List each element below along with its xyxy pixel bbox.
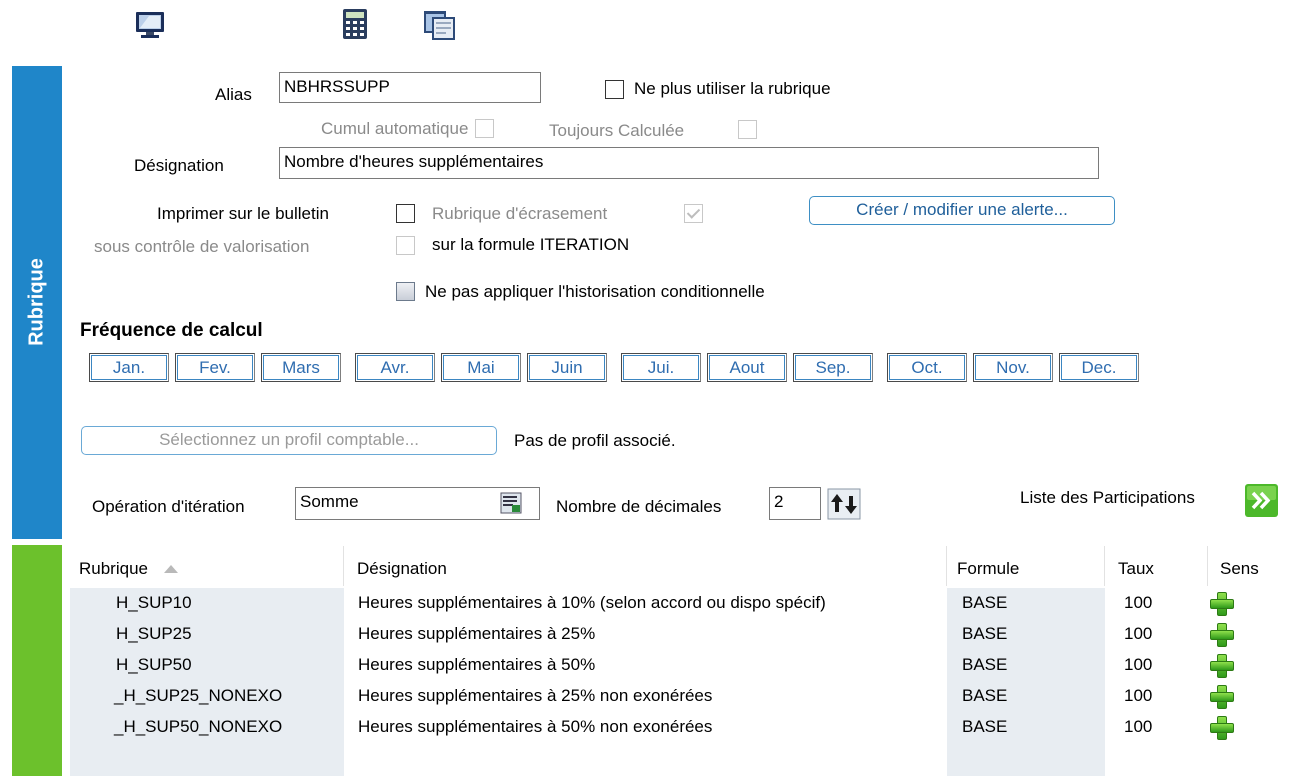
table-row[interactable]: H_SUP10 Heures supplémentaires à 10% (se… bbox=[70, 587, 1305, 618]
toujours-calculee-checkbox[interactable] bbox=[738, 120, 757, 139]
liste-participations-button[interactable] bbox=[1245, 484, 1278, 517]
month-dec-button[interactable]: Dec. bbox=[1059, 353, 1139, 382]
table-row[interactable]: _H_SUP25_NONEXO Heures supplémentaires à… bbox=[70, 680, 1305, 711]
toujours-calculee-label: Toujours Calculée bbox=[549, 121, 685, 140]
month-mai-button[interactable]: Mai bbox=[441, 353, 521, 382]
cell-designation: Heures supplémentaires à 25% bbox=[358, 624, 596, 643]
column-header-formule[interactable]: Formule bbox=[957, 556, 1019, 586]
month-oct-button[interactable]: Oct. bbox=[887, 353, 967, 382]
profil-status-text: Pas de profil associé. bbox=[514, 431, 676, 450]
sous-controle-label: sous contrôle de valorisation bbox=[94, 237, 310, 256]
cell-designation: Heures supplémentaires à 10% (selon acco… bbox=[358, 593, 826, 612]
month-juin-button[interactable]: Juin bbox=[527, 353, 607, 382]
checkmark-icon bbox=[686, 205, 701, 219]
rubrique-tab-label: Rubrique bbox=[25, 258, 48, 346]
liste-participations-label: Liste des Participations bbox=[1020, 488, 1195, 507]
month-jan-button[interactable]: Jan. bbox=[89, 353, 169, 382]
profil-comptable-button[interactable]: Sélectionnez un profil comptable... bbox=[81, 426, 497, 455]
list-picker-icon[interactable] bbox=[500, 492, 522, 514]
historisation-checkbox[interactable] bbox=[396, 282, 415, 301]
participations-tab[interactable] bbox=[12, 545, 62, 776]
sort-ascending-icon bbox=[163, 565, 178, 573]
cell-taux: 100 bbox=[1124, 717, 1153, 736]
plus-icon bbox=[1210, 592, 1234, 616]
month-sep-button[interactable]: Sep. bbox=[793, 353, 873, 382]
nombre-decimales-label: Nombre de décimales bbox=[556, 497, 722, 516]
nombre-decimales-input[interactable]: 2 bbox=[769, 487, 821, 520]
cumul-automatique-label: Cumul automatique bbox=[321, 119, 469, 138]
window-icon[interactable] bbox=[422, 9, 456, 41]
cell-rubrique: _H_SUP50_NONEXO bbox=[114, 717, 283, 736]
table-row[interactable]: _H_SUP50_NONEXO Heures supplémentaires à… bbox=[70, 711, 1305, 742]
cell-designation: Heures supplémentaires à 50% bbox=[358, 655, 596, 674]
ne-plus-utiliser-label: Ne plus utiliser la rubrique bbox=[634, 79, 831, 98]
cell-taux: 100 bbox=[1124, 593, 1153, 612]
rubrique-ecrasement-label: Rubrique d'écrasement bbox=[432, 204, 608, 223]
cell-taux: 100 bbox=[1124, 686, 1153, 705]
sous-controle-checkbox[interactable] bbox=[396, 236, 415, 255]
rubrique-ecrasement-checkbox[interactable] bbox=[684, 204, 703, 223]
cell-designation: Heures supplémentaires à 50% non exonéré… bbox=[358, 717, 713, 736]
cumul-automatique-checkbox[interactable] bbox=[475, 119, 494, 138]
month-nov-button[interactable]: Nov. bbox=[973, 353, 1053, 382]
monitor-icon[interactable] bbox=[134, 10, 166, 40]
historisation-label: Ne pas appliquer l'historisation conditi… bbox=[425, 282, 765, 301]
alias-label: Alias bbox=[215, 85, 252, 104]
column-header-rubrique[interactable]: Rubrique bbox=[79, 556, 179, 586]
designation-label: Désignation bbox=[134, 156, 224, 175]
cell-rubrique: H_SUP25 bbox=[116, 624, 192, 643]
month-fev-button[interactable]: Fev. bbox=[175, 353, 255, 382]
cell-formule: BASE bbox=[962, 686, 1008, 705]
plus-icon bbox=[1210, 685, 1234, 709]
calculator-icon[interactable] bbox=[341, 8, 369, 40]
cell-designation: Heures supplémentaires à 25% non exonéré… bbox=[358, 686, 713, 705]
column-header-sens[interactable]: Sens bbox=[1220, 556, 1259, 586]
sur-formule-iteration-label: sur la formule ITERATION bbox=[432, 235, 630, 254]
month-avr-button[interactable]: Avr. bbox=[355, 353, 435, 382]
plus-icon bbox=[1210, 654, 1234, 678]
operation-iteration-value: Somme bbox=[300, 492, 359, 511]
imprimer-bulletin-checkbox[interactable] bbox=[396, 204, 415, 223]
creer-alerte-button[interactable]: Créer / modifier une alerte... bbox=[809, 196, 1115, 225]
frequence-calcul-title: Fréquence de calcul bbox=[80, 320, 263, 341]
cell-rubrique: H_SUP10 bbox=[116, 593, 192, 612]
plus-icon bbox=[1210, 716, 1234, 740]
column-header-taux[interactable]: Taux bbox=[1118, 556, 1154, 586]
cell-taux: 100 bbox=[1124, 655, 1153, 674]
month-mars-button[interactable]: Mars bbox=[261, 353, 341, 382]
table-row[interactable]: H_SUP50 Heures supplémentaires à 50% BAS… bbox=[70, 649, 1305, 680]
plus-icon bbox=[1210, 623, 1234, 647]
ne-plus-utiliser-checkbox[interactable] bbox=[605, 80, 624, 99]
cell-formule: BASE bbox=[962, 624, 1008, 643]
month-jui-button[interactable]: Jui. bbox=[621, 353, 701, 382]
cell-rubrique: H_SUP50 bbox=[116, 655, 192, 674]
column-header-designation[interactable]: Désignation bbox=[357, 556, 447, 586]
table-row[interactable]: H_SUP25 Heures supplémentaires à 25% BAS… bbox=[70, 618, 1305, 649]
cell-formule: BASE bbox=[962, 593, 1008, 612]
month-aout-button[interactable]: Aout bbox=[707, 353, 787, 382]
double-chevron-right-icon bbox=[1245, 484, 1278, 517]
cell-formule: BASE bbox=[962, 655, 1008, 674]
cell-taux: 100 bbox=[1124, 624, 1153, 643]
operation-iteration-label: Opération d'itération bbox=[92, 497, 245, 516]
decimales-spinner-icon[interactable] bbox=[827, 488, 861, 520]
alias-input[interactable]: NBHRSSUPP bbox=[279, 72, 541, 103]
cell-formule: BASE bbox=[962, 717, 1008, 736]
cell-rubrique: _H_SUP25_NONEXO bbox=[114, 686, 283, 705]
designation-input[interactable]: Nombre d'heures supplémentaires bbox=[279, 147, 1099, 179]
imprimer-bulletin-label: Imprimer sur le bulletin bbox=[157, 204, 329, 223]
